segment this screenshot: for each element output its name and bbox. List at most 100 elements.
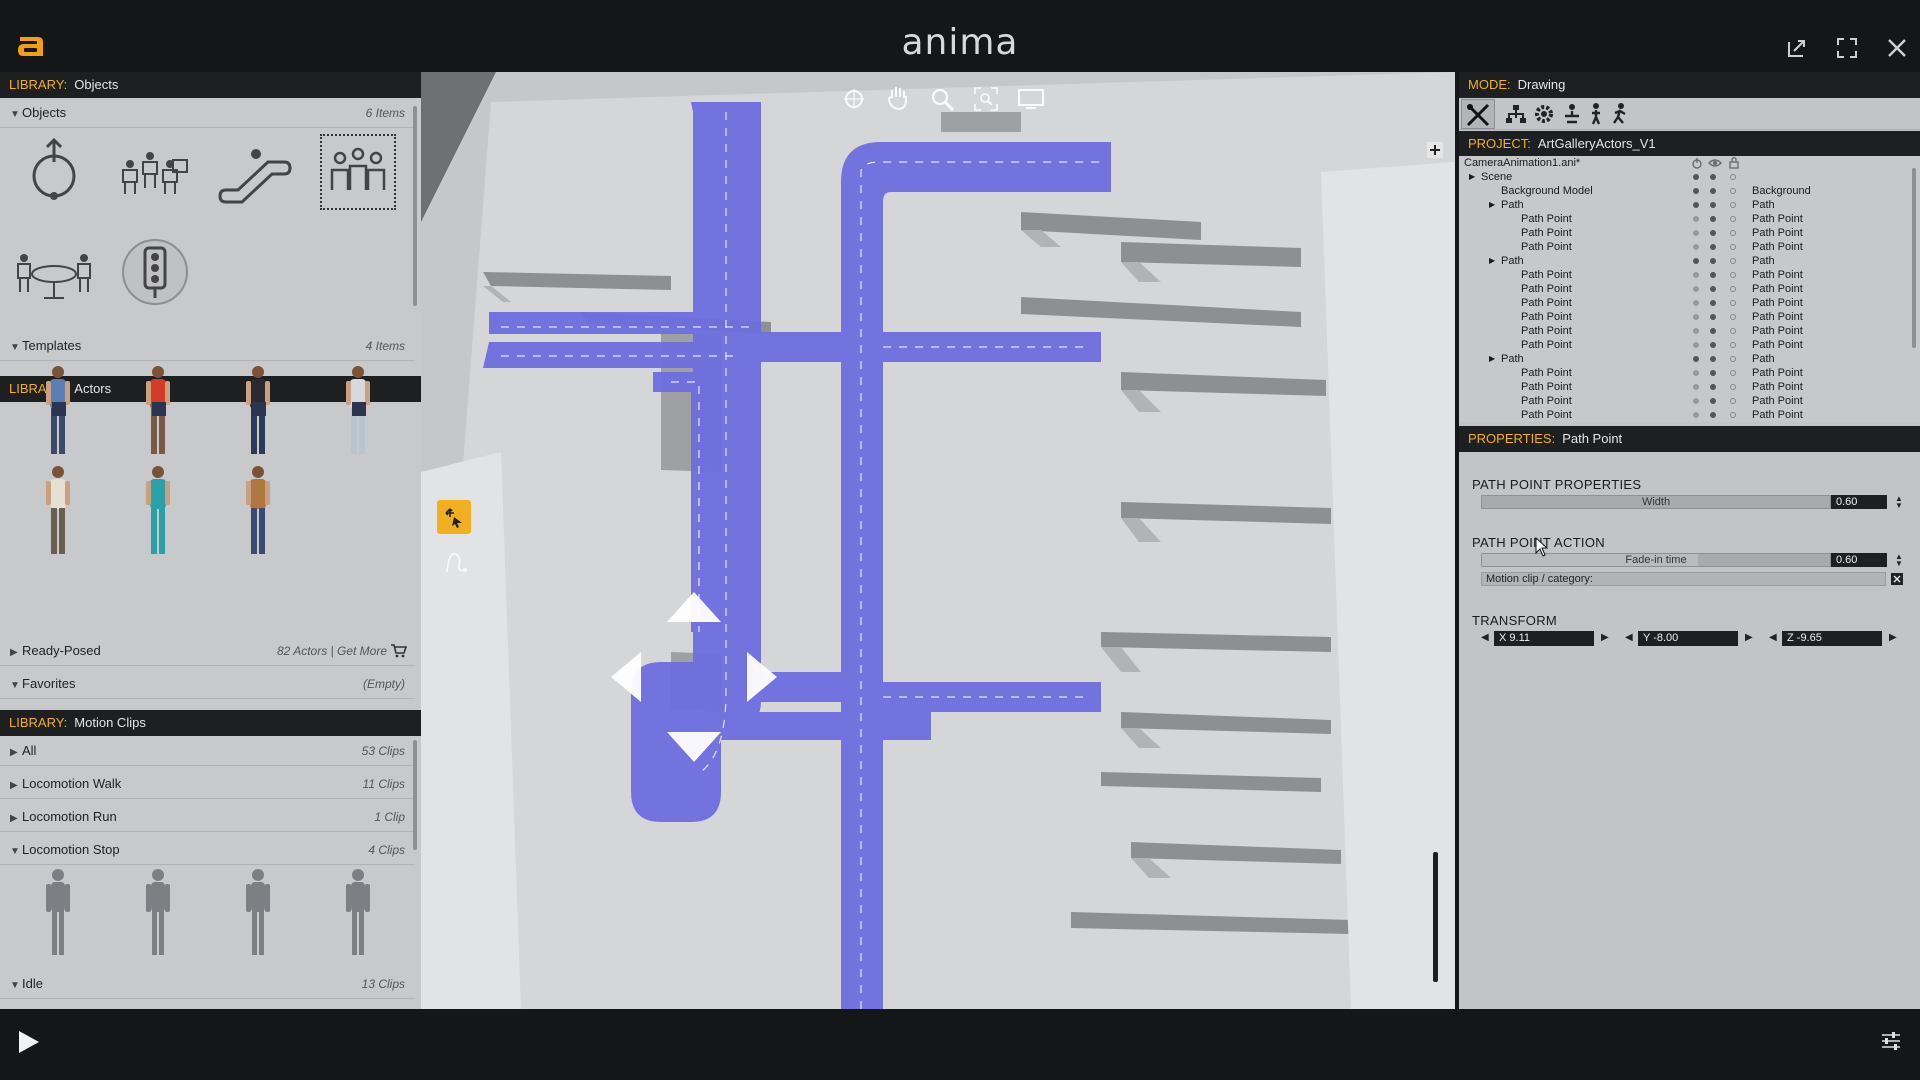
add-view-icon[interactable] xyxy=(1427,142,1443,158)
visibility-toggle[interactable] xyxy=(1693,286,1699,292)
lock-toggle[interactable] xyxy=(1730,272,1736,278)
3d-viewport[interactable] xyxy=(421,72,1455,1009)
fade-in-value-field[interactable]: 0.60 xyxy=(1831,553,1887,567)
visibility-toggle[interactable] xyxy=(1693,412,1699,418)
tree-row[interactable]: Background Model Background xyxy=(1459,184,1920,198)
zoom-region-icon[interactable] xyxy=(973,86,999,112)
z-position-field[interactable]: Z -9.65 xyxy=(1782,631,1882,646)
scene-render[interactable] xyxy=(421,72,1455,1009)
actor-thumbnail-partial[interactable] xyxy=(152,402,166,416)
lock-toggle[interactable] xyxy=(1730,188,1736,194)
viewport-zoom-slider[interactable] xyxy=(1433,852,1438,982)
motion-clips-scrollbar[interactable] xyxy=(413,740,417,850)
render-toggle[interactable] xyxy=(1710,216,1716,222)
render-toggle[interactable] xyxy=(1710,202,1716,208)
actor-thumbnail-partial[interactable] xyxy=(352,402,366,416)
motion-clip-field[interactable]: Motion clip / category: xyxy=(1481,572,1886,586)
visibility-toggle[interactable] xyxy=(1693,188,1699,194)
visibility-toggle[interactable] xyxy=(1693,174,1699,180)
lock-toggle[interactable] xyxy=(1730,258,1736,264)
collapse-arrow-icon[interactable]: ▼ xyxy=(10,100,22,130)
ready-posed-section[interactable]: ▶ Ready-Posed 82 Actors | Get More xyxy=(0,636,415,666)
expand-arrow-icon[interactable]: ▶ xyxy=(10,771,22,801)
visibility-toggle[interactable] xyxy=(1693,370,1699,376)
tree-row[interactable]: Path Point Path Point xyxy=(1459,296,1920,310)
lock-toggle[interactable] xyxy=(1730,384,1736,390)
collapse-arrow-icon[interactable]: ▼ xyxy=(10,971,22,1001)
render-toggle[interactable] xyxy=(1710,244,1716,250)
lock-toggle[interactable] xyxy=(1730,328,1736,334)
escalator-icon[interactable] xyxy=(216,132,296,212)
y-position-field[interactable]: Y -8.00 xyxy=(1638,631,1738,646)
screen-view-icon[interactable] xyxy=(1017,88,1045,110)
tree-row[interactable]: Path Point Path Point xyxy=(1459,366,1920,380)
actor-thumbnail[interactable] xyxy=(138,462,178,562)
lock-toggle[interactable] xyxy=(1730,342,1736,348)
move-tool-button[interactable] xyxy=(437,500,471,534)
lock-toggle[interactable] xyxy=(1730,230,1736,236)
motion-section-locomotion-run[interactable]: ▶ Locomotion Run 1 Clip xyxy=(0,802,415,832)
actor-seated-icon[interactable] xyxy=(1560,102,1584,126)
y-decrement-icon[interactable]: ◀ xyxy=(1625,632,1633,643)
clear-clip-icon[interactable] xyxy=(1891,573,1903,585)
visibility-toggle[interactable] xyxy=(1693,216,1699,222)
lock-toggle[interactable] xyxy=(1730,300,1736,306)
actor-standing-icon[interactable] xyxy=(1584,102,1608,126)
render-toggle[interactable] xyxy=(1710,384,1716,390)
render-toggle[interactable] xyxy=(1710,342,1716,348)
width-spinner[interactable]: ▲ ▼ xyxy=(1895,495,1903,510)
expand-arrow-icon[interactable]: ▶ xyxy=(10,638,22,668)
width-value-field[interactable]: 0.60 xyxy=(1831,495,1887,509)
visibility-toggle[interactable] xyxy=(1693,244,1699,250)
lock-toggle[interactable] xyxy=(1730,370,1736,376)
visibility-toggle[interactable] xyxy=(1693,258,1699,264)
templates-section[interactable]: ▼ Templates 4 Items xyxy=(0,331,415,361)
motion-section-locomotion-walk[interactable]: ▶ Locomotion Walk 11 Clips xyxy=(0,769,415,799)
render-toggle[interactable] xyxy=(1710,300,1716,306)
lock-toggle[interactable] xyxy=(1730,244,1736,250)
power-icon[interactable] xyxy=(1691,157,1703,169)
actor-thumbnail[interactable] xyxy=(38,462,78,562)
tree-expand-icon[interactable]: ▶ xyxy=(1489,352,1495,366)
visibility-toggle[interactable] xyxy=(1693,328,1699,334)
tree-row[interactable]: ▶ Path Path xyxy=(1459,198,1920,212)
tree-row[interactable]: Path Point Path Point xyxy=(1459,408,1920,422)
favorites-section[interactable]: ▼ Favorites (Empty) xyxy=(0,669,415,699)
gear-icon[interactable] xyxy=(1532,102,1556,126)
motion-section-all[interactable]: ▶ All 53 Clips xyxy=(0,736,415,766)
lock-toggle[interactable] xyxy=(1730,356,1736,362)
z-increment-icon[interactable]: ▶ xyxy=(1889,632,1897,643)
tree-row[interactable]: Path Point Path Point xyxy=(1459,380,1920,394)
visibility-toggle[interactable] xyxy=(1693,230,1699,236)
visibility-toggle[interactable] xyxy=(1693,384,1699,390)
render-toggle[interactable] xyxy=(1710,258,1716,264)
objects-section[interactable]: ▼ Objects 6 Items xyxy=(0,98,415,128)
cart-icon[interactable] xyxy=(391,644,407,658)
play-icon[interactable] xyxy=(16,1027,42,1057)
group-crowd-icon[interactable] xyxy=(318,132,398,212)
tree-row[interactable]: Path Point Path Point xyxy=(1459,240,1920,254)
actor-walking-icon[interactable] xyxy=(1608,102,1632,126)
popout-icon[interactable] xyxy=(1785,36,1809,60)
drawing-mode-button[interactable] xyxy=(1461,99,1495,129)
visibility-toggle[interactable] xyxy=(1693,272,1699,278)
tree-row[interactable]: Path Point Path Point xyxy=(1459,324,1920,338)
render-toggle[interactable] xyxy=(1710,272,1716,278)
tree-row[interactable]: Path Point Path Point xyxy=(1459,338,1920,352)
pan-hand-icon[interactable] xyxy=(885,84,911,112)
zoom-icon[interactable] xyxy=(929,86,955,112)
render-toggle[interactable] xyxy=(1710,174,1716,180)
render-toggle[interactable] xyxy=(1710,398,1716,404)
actor-thumbnail[interactable] xyxy=(238,462,278,562)
rotate-path-icon[interactable] xyxy=(14,132,94,212)
actor-thumbnail-partial[interactable] xyxy=(52,402,66,416)
render-toggle[interactable] xyxy=(1710,188,1716,194)
tree-expand-icon[interactable]: ▶ xyxy=(1489,254,1495,268)
x-position-field[interactable]: X 9.11 xyxy=(1494,631,1594,646)
tree-row[interactable]: ▶ Path Path xyxy=(1459,352,1920,366)
crowd-seats-icon[interactable] xyxy=(115,132,195,212)
fullscreen-icon[interactable] xyxy=(1835,36,1859,60)
fade-in-slider[interactable]: Fade-in time xyxy=(1481,553,1831,567)
motion-section-idle[interactable]: ▼ Idle 13 Clips xyxy=(0,969,415,999)
render-toggle[interactable] xyxy=(1710,286,1716,292)
